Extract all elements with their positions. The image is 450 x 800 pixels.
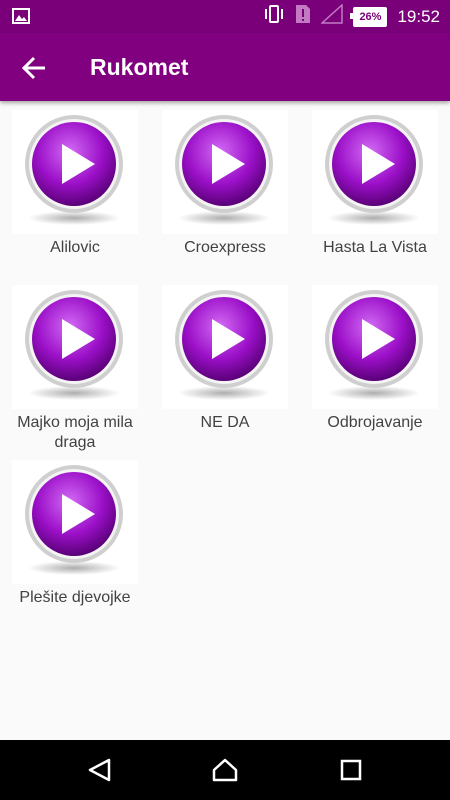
play-button-icon[interactable] (312, 110, 438, 234)
play-button-icon[interactable] (312, 285, 438, 409)
image-notification-icon (12, 8, 30, 29)
song-label: Alilovic (50, 239, 100, 256)
back-arrow-icon[interactable] (20, 53, 50, 83)
song-label: Hasta La Vista (323, 239, 427, 256)
play-button-icon[interactable] (162, 285, 288, 409)
status-time: 19:52 (397, 6, 440, 26)
status-bar: 26% 19:52 (0, 0, 450, 33)
play-button-icon[interactable] (12, 110, 138, 234)
song-label: Majko moja mila draga (17, 414, 133, 451)
home-nav-icon[interactable] (212, 757, 238, 783)
play-button-icon[interactable] (12, 460, 138, 584)
battery-icon: 26% (350, 6, 388, 27)
recents-nav-icon[interactable] (338, 757, 364, 783)
song-label: NE DA (200, 414, 250, 431)
vibrate-icon (263, 5, 285, 28)
signal-icon (320, 3, 344, 29)
app-bar: Rukomet (0, 33, 450, 101)
back-nav-icon[interactable] (87, 757, 113, 783)
song-label: Odbrojavanje (327, 414, 423, 431)
page-title: Rukomet (90, 54, 189, 80)
navigation-bar (0, 740, 450, 800)
sim-alert-icon (295, 4, 311, 29)
song-label: Croexpress (184, 239, 266, 256)
play-button-icon[interactable] (162, 110, 288, 234)
song-label: Plešite djevojke (19, 589, 131, 606)
play-button-icon[interactable] (12, 285, 138, 409)
